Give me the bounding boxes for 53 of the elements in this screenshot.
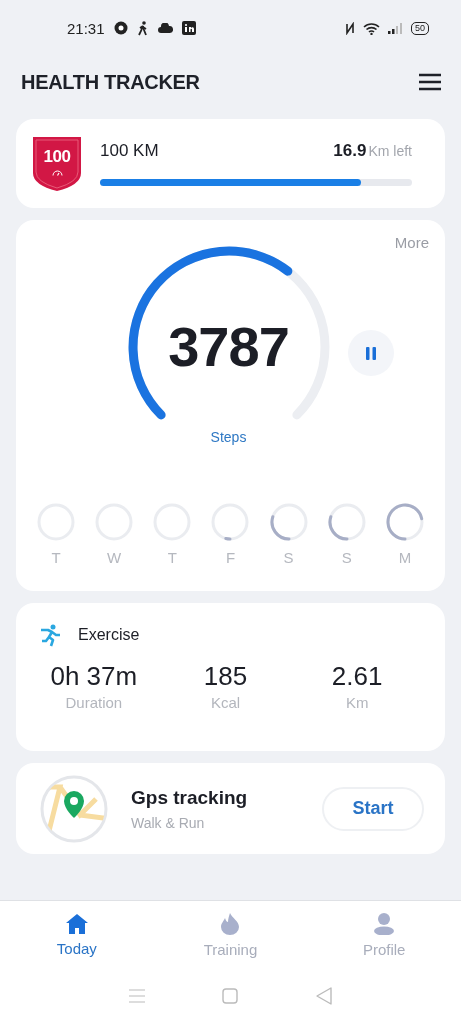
day-progress-ring [385,503,424,541]
wifi-icon [363,21,380,35]
more-link[interactable]: More [394,234,429,251]
cloud-icon [157,23,173,33]
stat-value: 185 [203,661,248,692]
home-icon [65,914,88,934]
nav-tab[interactable]: Profile [307,901,461,974]
browser-icon [113,21,128,35]
map-pin-icon [40,774,108,843]
stat-value: 2.61 [331,661,383,692]
day-progress-ring [269,503,308,541]
gps-title: Gps tracking [131,786,249,809]
step-count: 3787 [167,314,290,379]
start-button[interactable]: Start [322,786,424,831]
day-label: S [283,549,294,566]
back-icon[interactable] [316,987,333,1005]
badge-label: 100 [42,146,72,167]
day-progress-ring [327,503,366,541]
nav-tab[interactable]: Training [153,901,308,974]
goal-title: 100 KM [100,141,159,161]
walking-icon [136,20,149,36]
day-label: S [341,549,352,566]
day-label: T [167,549,177,566]
home-button-icon[interactable] [222,988,239,1004]
distance-remaining: 16.9 [333,141,367,161]
app-title: HEALTH TRACKER [21,70,200,94]
social-app-icon [181,21,196,35]
signal-icon [388,22,403,34]
clock-time: 21:31 [67,19,105,37]
day-label: F [225,549,236,566]
stat-label: Km [345,694,369,711]
day-progress-ring [211,503,250,541]
steps-label: Steps [209,429,248,445]
person-icon [373,913,396,935]
running-icon [38,623,62,647]
pause-icon [366,346,376,360]
nfc-icon [345,21,355,35]
day-label: W [107,549,122,566]
gauge-icon [52,169,63,176]
battery-icon: 50 [411,21,429,35]
gps-subtitle: Walk & Run [131,814,206,831]
exercise-title: Exercise [78,626,140,644]
day-label: M [398,549,412,566]
flame-icon [221,913,240,935]
pause-button[interactable] [348,330,394,376]
distance-unit: Km left [368,143,412,159]
stat-label: Kcal [210,694,241,711]
recents-icon[interactable] [128,989,145,1003]
day-label: T [51,549,61,566]
stat-label: Duration [65,694,123,711]
menu-icon[interactable] [419,73,441,91]
nav-tab[interactable]: Today [0,901,154,974]
stat-value: 0h 37m [50,661,138,692]
